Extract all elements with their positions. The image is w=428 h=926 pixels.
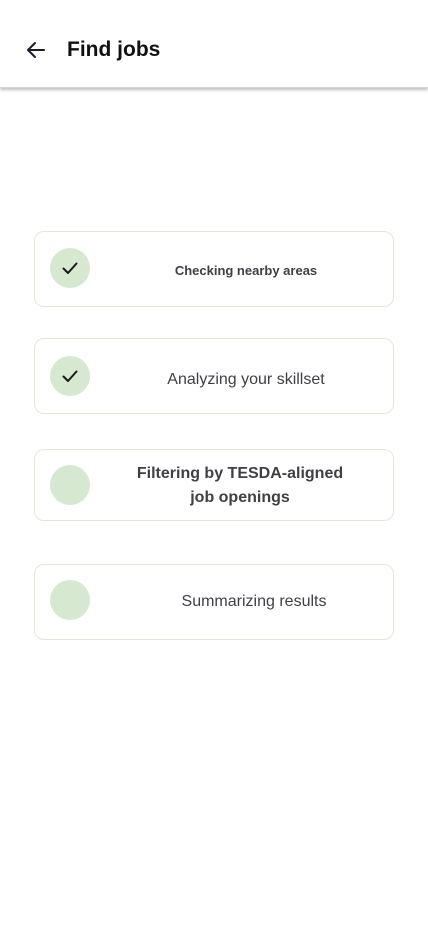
step-status-pending (50, 465, 90, 505)
step-card-analyzing-skillset: Analyzing your skillset (34, 338, 394, 414)
step-label: Summarizing results (181, 593, 327, 610)
step-status-pending (50, 580, 90, 620)
step-status-complete (50, 248, 90, 288)
step-label-line-2: job openings (190, 489, 290, 506)
step-label-line-1: Filtering by TESDA-aligned (136, 465, 344, 482)
step-label: Filtering by TESDA-aligned job openings (105, 462, 375, 510)
step-status-complete (50, 356, 90, 396)
arrow-left-icon (27, 42, 45, 58)
step-card-filtering-tesda: Filtering by TESDA-aligned job openings (34, 449, 394, 521)
check-icon (62, 262, 78, 274)
step-card-checking-nearby-areas: Checking nearby areas (34, 231, 394, 307)
back-button[interactable] (18, 32, 54, 68)
step-label: Checking nearby areas (174, 263, 318, 278)
check-icon (62, 370, 78, 382)
app-bar: Find jobs (0, 0, 428, 88)
page-title: Find jobs (67, 38, 161, 61)
step-card-summarizing-results: Summarizing results (34, 564, 394, 640)
step-label: Analyzing your skillset (167, 371, 325, 388)
